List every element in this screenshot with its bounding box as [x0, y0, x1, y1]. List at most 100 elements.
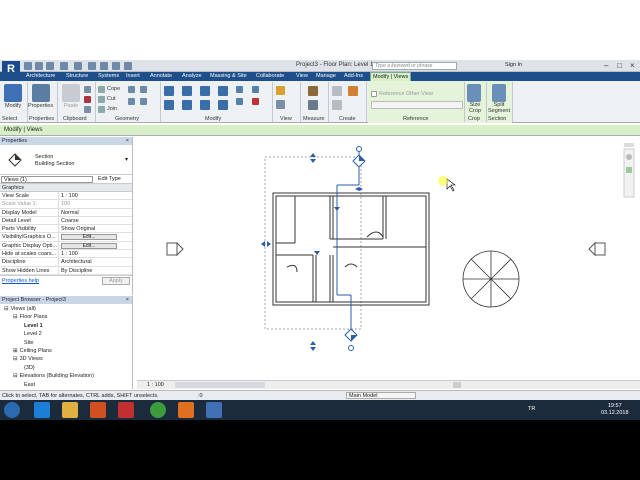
redo-icon[interactable]	[60, 62, 68, 70]
media-player-icon[interactable]	[90, 402, 106, 418]
split-segment-button[interactable]	[492, 84, 506, 102]
geometry-tool-icon[interactable]	[128, 86, 135, 93]
scrollbar-thumb[interactable]	[453, 382, 461, 388]
trim-icon[interactable]	[218, 86, 228, 96]
print-icon[interactable]	[74, 62, 82, 70]
cut-label[interactable]: Cut	[107, 96, 116, 102]
property-row[interactable]: Visibility/Graphics O... Edit...	[0, 233, 132, 242]
property-row[interactable]: Detail Level Coarse	[0, 216, 132, 226]
tab-file[interactable]	[3, 72, 21, 81]
pin-icon[interactable]	[252, 86, 259, 93]
tree-item[interactable]: East	[22, 382, 35, 388]
mirror-icon[interactable]	[200, 86, 210, 96]
property-value[interactable]: 1 : 100	[59, 192, 132, 199]
active-model-select[interactable]: Main Model	[346, 392, 416, 399]
delete-icon[interactable]	[252, 98, 259, 105]
edit-button[interactable]: Edit...	[61, 234, 117, 241]
property-row[interactable]: Display Model Normal	[0, 208, 132, 217]
create-group-icon[interactable]	[332, 86, 342, 96]
measure-icon[interactable]	[88, 62, 96, 70]
minimize-button[interactable]: –	[604, 61, 608, 70]
tab-modify-views[interactable]: Modify | Views	[370, 72, 412, 81]
close-icon[interactable]: ×	[126, 296, 129, 304]
tree-item[interactable]: ⊟ 3D Views	[13, 356, 43, 362]
override-icon[interactable]	[276, 100, 285, 109]
tree-item[interactable]: ⊟ Floor Plans	[13, 314, 47, 320]
property-value[interactable]: Normal	[59, 209, 132, 216]
building-walls[interactable]	[272, 192, 430, 306]
cope-icon[interactable]	[98, 86, 105, 93]
join-icon[interactable]	[98, 106, 105, 113]
property-row[interactable]: Show Hidden Lines By Discipline	[0, 266, 132, 275]
tab-view[interactable]: View	[294, 72, 310, 81]
view-control-icons[interactable]	[175, 382, 265, 388]
revit-taskbar-icon[interactable]	[206, 402, 222, 418]
tab-insert[interactable]: Insert	[124, 72, 142, 81]
property-row[interactable]: Scale Value 1: 100	[0, 200, 132, 209]
property-row[interactable]: Discipline Architectural	[0, 258, 132, 267]
section-qat-icon[interactable]	[124, 62, 132, 70]
edit-button[interactable]: Edit...	[61, 242, 117, 249]
section-line[interactable]	[336, 147, 360, 337]
drawing-area[interactable]	[137, 137, 640, 379]
tab-architecture[interactable]: Architecture	[24, 72, 57, 81]
tree-item[interactable]: {3D}	[22, 365, 35, 371]
tree-toggle-icon[interactable]: ⊟	[13, 356, 18, 362]
tree-item[interactable]: Level 2	[22, 331, 42, 337]
view-window-controls[interactable]	[624, 143, 634, 147]
align-icon[interactable]	[164, 86, 174, 96]
property-value[interactable]: Edit...	[59, 242, 132, 249]
property-value[interactable]: Coarse	[59, 217, 132, 224]
size-crop-button[interactable]	[467, 84, 481, 102]
reference-view-select[interactable]	[371, 101, 463, 109]
elevation-marker-left[interactable]	[166, 241, 184, 257]
dimension-icon[interactable]	[308, 100, 318, 110]
text-icon[interactable]	[100, 62, 108, 70]
property-value[interactable]: Architectural	[59, 258, 132, 265]
tab-collaborate[interactable]: Collaborate	[254, 72, 286, 81]
save-icon[interactable]	[35, 62, 43, 70]
search-input[interactable]: Type a keyword or phrase	[372, 62, 457, 70]
language-indicator[interactable]: TR	[528, 406, 535, 412]
file-explorer-icon[interactable]	[62, 402, 78, 418]
spiral-stair[interactable]	[462, 250, 520, 308]
tree-toggle-icon[interactable]: ⊟	[13, 314, 18, 320]
modify-button[interactable]	[4, 84, 22, 102]
match-icon[interactable]	[84, 106, 91, 113]
property-value[interactable]: 100	[59, 200, 132, 207]
paste-button[interactable]	[62, 84, 80, 102]
views-filter-select[interactable]: Views (1)	[1, 176, 93, 183]
property-value[interactable]: Show Original	[59, 225, 132, 232]
maximize-button[interactable]: □	[617, 61, 622, 70]
property-value[interactable]: By Discipline	[59, 267, 132, 274]
graphics-group[interactable]: Graphics	[0, 184, 132, 192]
copy-icon[interactable]	[84, 86, 91, 93]
geometry-tool-icon-4[interactable]	[140, 98, 147, 105]
tree-item[interactable]: ⊟ Views (all)	[4, 306, 36, 312]
reference-other-view-checkbox[interactable]	[371, 91, 377, 97]
array-icon[interactable]	[236, 86, 243, 93]
cope-label[interactable]: Cope	[107, 86, 120, 92]
3d-view-icon[interactable]	[112, 62, 120, 70]
property-value[interactable]: Edit...	[59, 233, 132, 241]
geometry-tool-icon-2[interactable]	[140, 86, 147, 93]
edit-type-button[interactable]: Edit Type	[98, 176, 121, 182]
apply-button[interactable]: Apply	[102, 276, 130, 285]
undo-icon[interactable]	[46, 62, 54, 70]
tree-toggle-icon[interactable]: ⊟	[13, 373, 18, 379]
property-row[interactable]: Graphic Display Opti... Edit...	[0, 241, 132, 251]
property-row[interactable]: Parts Visibility Show Original	[0, 225, 132, 234]
clock[interactable]: 19:57 03.12.2018	[601, 403, 629, 417]
property-row[interactable]: View Scale 1 : 100	[0, 192, 132, 201]
properties-button[interactable]	[32, 84, 50, 102]
firefox-icon[interactable]	[178, 402, 194, 418]
close-button[interactable]: ×	[630, 61, 635, 70]
scale-icon[interactable]	[236, 98, 243, 105]
panel-select-label[interactable]: Select	[2, 116, 17, 122]
zoom-icon[interactable]	[626, 167, 632, 173]
tree-item[interactable]: Level 1	[22, 323, 43, 329]
start-button[interactable]	[4, 402, 20, 418]
tree-toggle-icon[interactable]: ⊟	[4, 306, 9, 312]
create-similar-icon[interactable]	[348, 86, 358, 96]
section-head-bottom[interactable]	[344, 328, 358, 351]
